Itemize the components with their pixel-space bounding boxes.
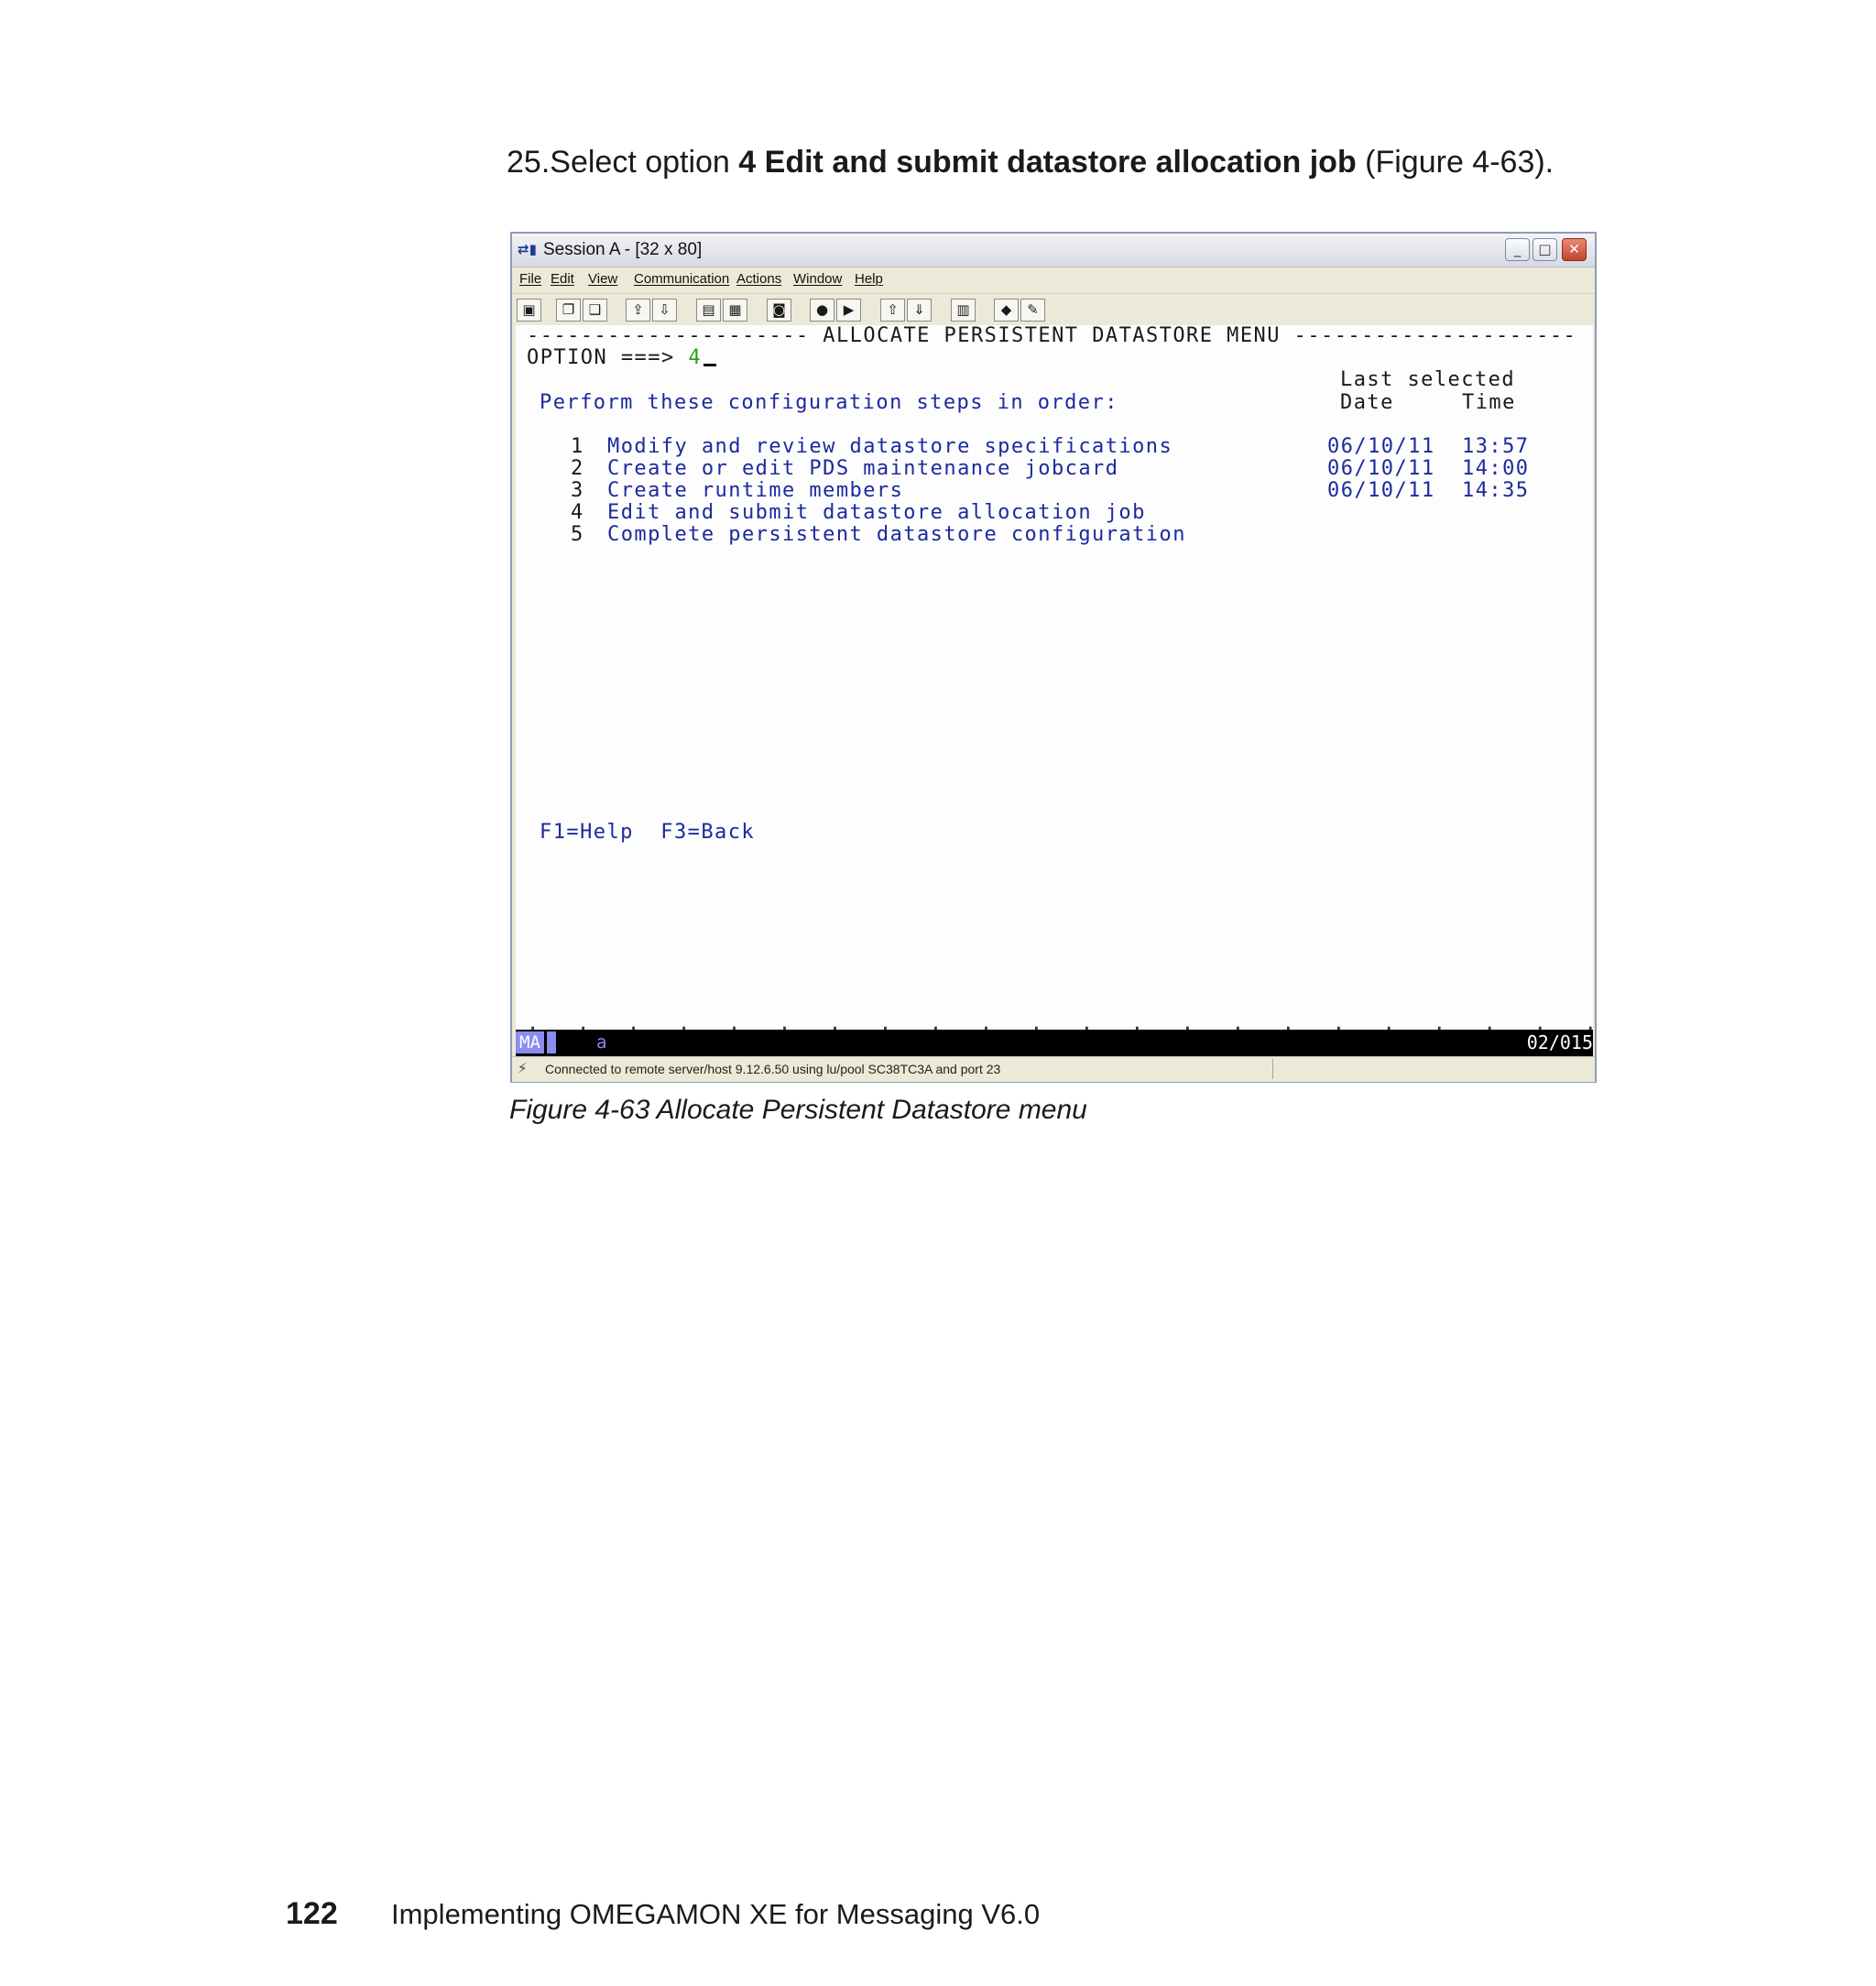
close-button[interactable]: ✕ [1562, 238, 1587, 261]
text-cursor [704, 364, 717, 366]
connect-icon[interactable]: ◆ [994, 299, 1019, 322]
menu-help[interactable]: Help [855, 271, 883, 287]
macro-icon[interactable]: ◙ [767, 299, 791, 322]
date-column-header: Date [1340, 391, 1394, 414]
screen-bottom-dots: . . . . . . . . . . . . . . . . . . . . … [527, 1012, 1593, 1030]
status-divider [1272, 1059, 1273, 1079]
step-date: 06/10/11 [1327, 479, 1435, 502]
step-label[interactable]: Create or edit PDS maintenance jobcard [607, 458, 1118, 480]
receive-file-icon[interactable]: ⇩ [652, 299, 677, 322]
step-time: 14:00 [1462, 457, 1530, 480]
play-macro-icon[interactable]: ▶ [836, 299, 861, 322]
menu-file[interactable]: File [519, 271, 541, 287]
operator-information-area: MA a 02/015 [516, 1030, 1593, 1056]
step-number: 1 [571, 435, 584, 458]
cursor-position: 02/015 [1526, 1031, 1593, 1053]
oia-mode-highlight [547, 1031, 556, 1053]
step-label[interactable]: Edit and submit datastore allocation job [607, 502, 1146, 524]
instruction-option: 4 Edit and submit datastore allocation j… [738, 145, 1357, 180]
maximize-button[interactable]: □ [1532, 238, 1557, 261]
step-label[interactable]: Modify and review datastore specificatio… [607, 436, 1172, 458]
menu-view[interactable]: View [588, 271, 617, 287]
step-number: 4 [571, 501, 584, 524]
step-time: 14:35 [1462, 479, 1530, 502]
option-input[interactable]: 4 [688, 346, 702, 369]
time-column-header: Time [1462, 391, 1516, 414]
transfer-down-icon[interactable]: ⇓ [907, 299, 932, 322]
running-title: Implementing OMEGAMON XE for Messaging V… [391, 1898, 1041, 1930]
step-label[interactable]: Create runtime members [607, 480, 903, 502]
step-number: 5 [571, 523, 584, 546]
emulator-window: ⇄▮ Session A - [32 x 80] _ □ ✕ File Edit… [510, 232, 1597, 1083]
menu-window[interactable]: Window [793, 271, 842, 287]
figure-caption: Figure 4-63 Allocate Persistent Datastor… [509, 1095, 1087, 1125]
oia-mode: MA [516, 1031, 544, 1053]
step-label[interactable]: Complete persistent datastore configurat… [607, 524, 1186, 546]
keyboard-icon[interactable]: ▦ [723, 299, 747, 322]
connection-status: Connected to remote server/host 9.12.6.5… [545, 1062, 1001, 1076]
oia-indicator: a [596, 1032, 607, 1053]
minimize-button[interactable]: _ [1505, 238, 1530, 261]
step-date: 06/10/11 [1327, 435, 1435, 458]
menu-edit[interactable]: Edit [551, 271, 574, 287]
option-label: OPTION ===> [527, 346, 675, 369]
session-app-icon: ⇄▮ [518, 241, 537, 257]
print-screen-icon[interactable]: ▣ [517, 299, 541, 322]
display-icon[interactable]: ▤ [696, 299, 721, 322]
menu-communication[interactable]: Communication [634, 271, 729, 287]
paste-icon[interactable]: ❑ [583, 299, 607, 322]
toolbar: ▣ ❐ ❑ ⇪ ⇩ ▤ ▦ ◙ ● ▶ ⇧ ⇓ ▥ ◆ ✎ [512, 293, 1595, 325]
option-line: OPTION ===> 4 [527, 346, 717, 369]
record-macro-icon[interactable]: ● [810, 299, 834, 322]
function-keys[interactable]: F1=Help F3=Back [540, 822, 755, 844]
send-file-icon[interactable]: ⇪ [626, 299, 650, 322]
window-title: Session A - [32 x 80] [543, 240, 703, 259]
step-number: 3 [571, 479, 584, 502]
title-bar[interactable]: ⇄▮ Session A - [32 x 80] _ □ ✕ [512, 234, 1595, 267]
connection-icon: ⚡ [518, 1060, 528, 1076]
page-number: 122 [286, 1896, 338, 1931]
instructions-text: Perform these configuration steps in ord… [540, 391, 1118, 414]
step-time: 13:57 [1462, 435, 1530, 458]
menu-header: --------------------- ALLOCATE PERSISTEN… [527, 325, 1577, 347]
step-number: 2 [571, 457, 584, 480]
instruction-prefix: 25.Select option [507, 145, 739, 180]
menu-actions[interactable]: Actions [736, 271, 781, 287]
instruction-suffix: (Figure 4-63). [1356, 145, 1554, 180]
instruction-step: 25.Select option 4 Edit and submit datas… [507, 145, 1554, 180]
step-date: 06/10/11 [1327, 457, 1435, 480]
clipboard-icon[interactable]: ▥ [951, 299, 976, 322]
status-bar: ⚡ Connected to remote server/host 9.12.6… [512, 1056, 1595, 1082]
last-selected-label: Last selected [1340, 368, 1516, 391]
copy-icon[interactable]: ❐ [556, 299, 581, 322]
transfer-up-icon[interactable]: ⇧ [880, 299, 905, 322]
edit-icon[interactable]: ✎ [1020, 299, 1045, 322]
terminal-screen[interactable]: --------------------- ALLOCATE PERSISTEN… [516, 325, 1593, 1030]
menu-bar: File Edit View Communication Actions Win… [512, 267, 1595, 292]
